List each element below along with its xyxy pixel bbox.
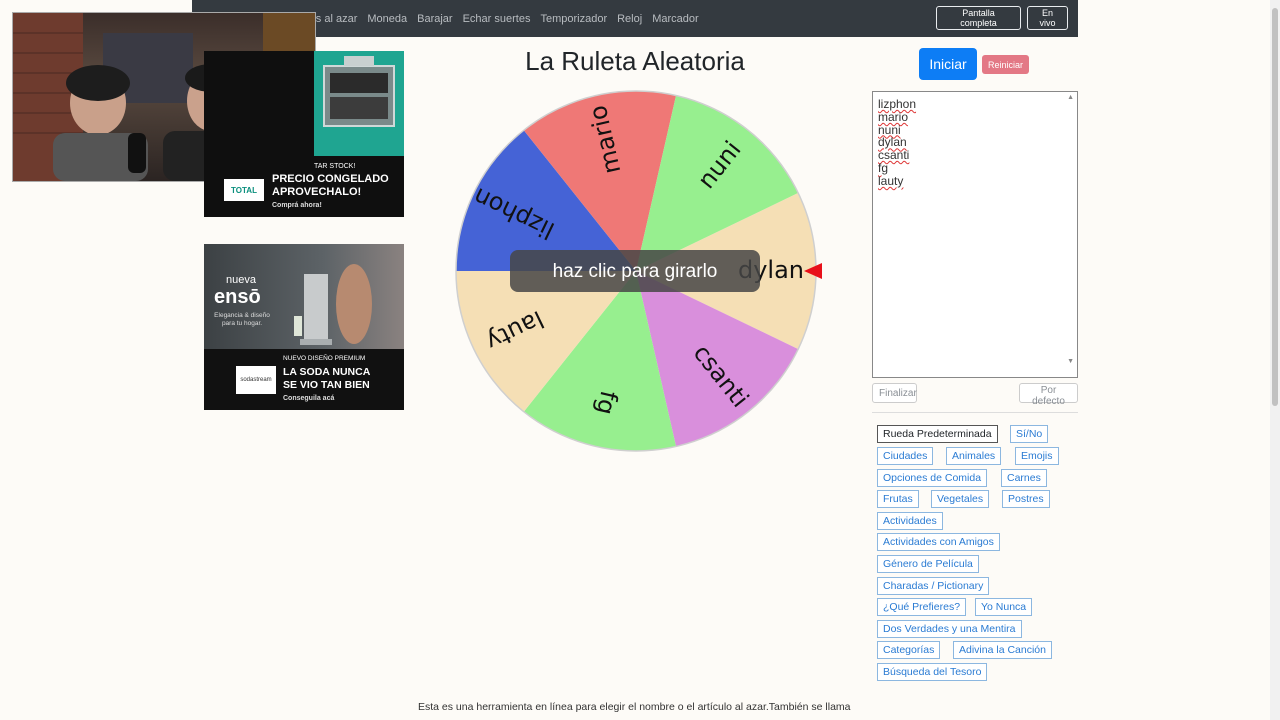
ad1-headline-2: APROVECHALO! bbox=[272, 186, 362, 198]
reset-button[interactable]: Reiniciar bbox=[982, 55, 1029, 74]
nav-link-lots[interactable]: Echar suertes bbox=[463, 13, 531, 25]
preset-activities[interactable]: Actividades bbox=[877, 512, 943, 530]
ad1-small-line: TAR STOCK! bbox=[314, 163, 356, 170]
page-title: La Ruleta Aleatoria bbox=[525, 46, 745, 76]
ad2-tagline-1: Elegancia & diseño bbox=[214, 312, 270, 319]
ad-banner-soda[interactable]: nueva ensō Elegancia & diseño para tu ho… bbox=[204, 244, 404, 410]
default-button[interactable]: Por defecto bbox=[1019, 383, 1078, 407]
ad1-headline-1: PRECIO CONGELADO bbox=[272, 173, 389, 185]
preset-animals[interactable]: Animales bbox=[946, 447, 1002, 465]
nav-link-timer[interactable]: Temporizador bbox=[540, 13, 607, 25]
preset-charades[interactable]: Charadas / Pictionary bbox=[877, 577, 990, 595]
ad1-cta: Comprá ahora! bbox=[272, 202, 322, 209]
start-button[interactable]: Iniciar bbox=[919, 48, 977, 80]
nav-link-coin[interactable]: Moneda bbox=[367, 13, 407, 25]
description-text: Esta es una herramienta en línea para el… bbox=[418, 701, 851, 713]
finish-button[interactable]: Finalizar bbox=[872, 383, 917, 403]
live-button[interactable]: En vivo bbox=[1027, 6, 1068, 30]
preset-categories[interactable]: Categorías bbox=[877, 641, 941, 659]
preset-vegetables[interactable]: Vegetales bbox=[931, 490, 990, 508]
preset-activities-friends[interactable]: Actividades con Amigos bbox=[877, 533, 1000, 551]
ad2-headline-2: SE VIO TAN BIEN bbox=[283, 379, 370, 391]
wheel-graphic[interactable]: dylancsantifglautylizphonmario nunihaz cl… bbox=[450, 85, 822, 457]
nav-link-shuffle[interactable]: Barajar bbox=[417, 13, 452, 25]
preset-would-you-rather[interactable]: ¿Qué Prefieres? bbox=[877, 598, 967, 616]
scroll-up-icon[interactable]: ▲ bbox=[1067, 94, 1074, 101]
preset-guess-song[interactable]: Adivina la Canción bbox=[953, 641, 1052, 659]
ad2-headline-1: LA SODA NUNCA bbox=[283, 366, 371, 378]
top-navbar: ros al azar Moneda Barajar Echar suertes… bbox=[192, 0, 1078, 37]
ad1-brand-logo: TOTAL bbox=[224, 179, 264, 201]
preset-cities[interactable]: Ciudades bbox=[877, 447, 934, 465]
name-entry: lizphon bbox=[878, 97, 917, 111]
divider bbox=[872, 412, 1078, 413]
fullscreen-button[interactable]: Pantalla completa bbox=[936, 6, 1021, 30]
ad2-brand-name: ensō bbox=[214, 286, 261, 308]
spin-overlay-text: haz clic para girarlo bbox=[553, 261, 718, 282]
ad-banner-tools[interactable]: TAR STOCK! TOTAL PRECIO CONGELADO APROVE… bbox=[204, 51, 404, 217]
ad2-brand-top: nueva bbox=[226, 274, 256, 286]
names-textarea[interactable]: lizphon mario nuni dylan csanti fg lauty ▲ ▼ bbox=[872, 91, 1078, 378]
name-entry: lauty bbox=[878, 173, 904, 188]
toolbox-image bbox=[323, 56, 395, 127]
preset-treasure-hunt[interactable]: Búsqueda del Tesoro bbox=[877, 663, 988, 681]
preset-desserts[interactable]: Postres bbox=[1002, 490, 1050, 508]
spinning-wheel[interactable]: dylan csanti fg lauty lizphon mario nuni haz cl… bbox=[450, 85, 822, 457]
scroll-down-icon[interactable]: ▼ bbox=[1067, 358, 1074, 365]
page-scrollbar-thumb[interactable] bbox=[1272, 8, 1278, 406]
preset-movie-genre[interactable]: Género de Película bbox=[877, 555, 979, 573]
preset-never-have-i[interactable]: Yo Nunca bbox=[975, 598, 1033, 616]
ad2-small-line: NUEVO DISEÑO PREMIUM bbox=[283, 355, 366, 362]
preset-food-options[interactable]: Opciones de Comida bbox=[877, 469, 988, 487]
nav-link-clock[interactable]: Reloj bbox=[617, 13, 642, 25]
preset-default-wheel[interactable]: Rueda Predeterminada bbox=[877, 425, 998, 443]
preset-two-truths[interactable]: Dos Verdades y una Mentira bbox=[877, 620, 1022, 638]
preset-yes-no[interactable]: Sí/No bbox=[1010, 425, 1049, 443]
names-list: lizphon mario nuni dylan csanti fg lauty bbox=[878, 98, 916, 188]
preset-fruits[interactable]: Frutas bbox=[877, 490, 919, 508]
preset-meats[interactable]: Carnes bbox=[1001, 469, 1047, 487]
nav-link-scoreboard[interactable]: Marcador bbox=[652, 13, 698, 25]
ad2-tagline-2: para tu hogar. bbox=[221, 320, 263, 327]
name-entry: fg bbox=[878, 160, 889, 175]
ad2-brand-logo: sodastream bbox=[236, 366, 276, 394]
ad2-cta: Conseguila acá bbox=[283, 395, 335, 402]
name-entry: mario bbox=[878, 109, 909, 124]
preset-emojis[interactable]: Emojis bbox=[1015, 447, 1059, 465]
